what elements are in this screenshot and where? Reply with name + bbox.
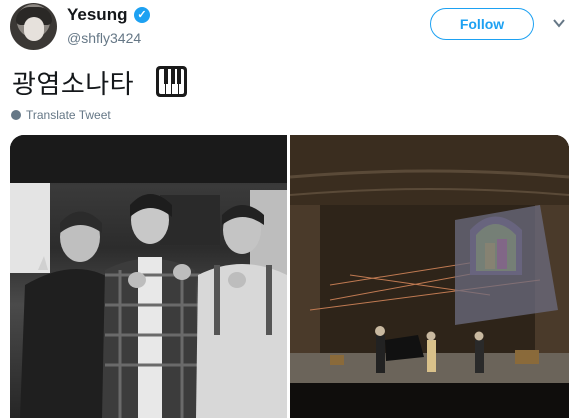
translate-tweet-link[interactable]: Translate Tweet [11,108,111,122]
media-grid [10,135,569,418]
chevron-down-icon[interactable] [552,16,566,30]
follow-button[interactable]: Follow [430,8,534,40]
piano-icon [156,66,187,97]
avatar[interactable] [10,3,57,50]
display-name[interactable]: Yesung [67,5,127,25]
avatar-face [24,17,44,41]
user-handle[interactable]: @shfly3424 [67,30,141,46]
globe-icon [11,110,21,120]
translate-tweet-label: Translate Tweet [26,108,111,122]
tweet-text: 광염소나타 [12,69,135,99]
photo-theater-stage[interactable] [289,135,569,418]
verified-badge-icon: ✓ [134,7,150,23]
photo-three-people[interactable] [10,135,287,418]
